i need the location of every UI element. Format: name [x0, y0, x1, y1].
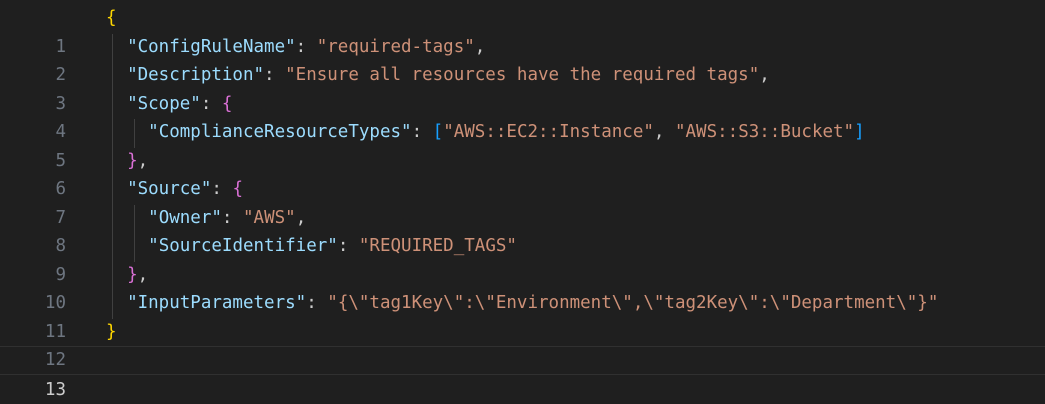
- json-string: "REQUIRED_TAGS": [358, 236, 517, 256]
- code-line[interactable]: 9 "SourceIdentifier": "REQUIRED_TAGS": [0, 232, 1045, 285]
- brace-open: {: [106, 8, 117, 28]
- line-number: 13: [44, 379, 66, 400]
- code-line[interactable]: 5 "ComplianceResourceTypes": ["AWS::EC2:…: [0, 118, 1045, 171]
- line-content: },: [127, 264, 149, 285]
- json-key: "ConfigRuleName": [127, 36, 296, 57]
- code-line[interactable]: 8 "Owner": "AWS",: [0, 204, 1045, 257]
- brace-close: }: [127, 264, 138, 285]
- line-content: },: [127, 150, 149, 171]
- code-line[interactable]: 2 "ConfigRuleName": "required-tags",: [0, 33, 1045, 86]
- code-editor[interactable]: 1 { 2 "ConfigRuleName": "required-tags",…: [0, 0, 1045, 404]
- json-string: "required-tags": [316, 36, 475, 57]
- line-content: "Description": "Ensure all resources hav…: [127, 65, 770, 85]
- line-content: "Scope": {: [127, 93, 233, 114]
- line-content: "Source": {: [127, 179, 243, 199]
- json-string: "AWS::EC2::Instance": [443, 122, 654, 142]
- brace-close: }: [127, 150, 138, 171]
- line-content: {: [106, 4, 117, 33]
- json-string: "Ensure all resources have the required …: [285, 65, 760, 85]
- code-line[interactable]: 12 }: [0, 318, 1045, 371]
- line-content: "ConfigRuleName": "required-tags",: [127, 36, 486, 57]
- json-string: "AWS::S3::Bucket": [674, 122, 855, 142]
- json-key: "Source": [127, 179, 212, 199]
- line-content: "ComplianceResourceTypes": ["AWS::EC2::I…: [148, 122, 865, 142]
- bracket-close: ]: [854, 122, 865, 142]
- code-line[interactable]: 3 "Description": "Ensure all resources h…: [0, 61, 1045, 114]
- current-line[interactable]: 13: [0, 346, 1045, 400]
- json-key: "ComplianceResourceTypes": [148, 122, 412, 142]
- json-key: "InputParameters": [127, 293, 307, 313]
- json-key: "SourceIdentifier": [148, 236, 338, 256]
- bracket-open: [: [432, 122, 444, 142]
- json-string: "AWS": [243, 207, 296, 228]
- line-content: "InputParameters": "{\"tag1Key\":\"Envir…: [127, 293, 939, 313]
- brace-close: }: [106, 321, 117, 342]
- code-line[interactable]: 11 "InputParameters": "{\"tag1Key\":\"En…: [0, 289, 1045, 342]
- brace-open: {: [221, 93, 233, 114]
- code-line[interactable]: 4 "Scope": {: [0, 90, 1045, 143]
- json-key: "Owner": [148, 207, 222, 228]
- line-content: "Owner": "AWS",: [148, 207, 307, 228]
- code-line[interactable]: 7 "Source": {: [0, 175, 1045, 228]
- code-line[interactable]: 6 },: [0, 147, 1045, 200]
- json-key: "Scope": [127, 93, 201, 114]
- json-key: "Description": [127, 65, 265, 85]
- code-line[interactable]: 1 {: [0, 4, 1045, 57]
- brace-open: {: [232, 179, 243, 199]
- line-content: "SourceIdentifier": "REQUIRED_TAGS": [148, 236, 517, 256]
- line-content: }: [106, 318, 117, 347]
- json-string: "{\"tag1Key\":\"Environment\",\"tag2Key\…: [327, 293, 939, 313]
- code-line[interactable]: 10 },: [0, 261, 1045, 314]
